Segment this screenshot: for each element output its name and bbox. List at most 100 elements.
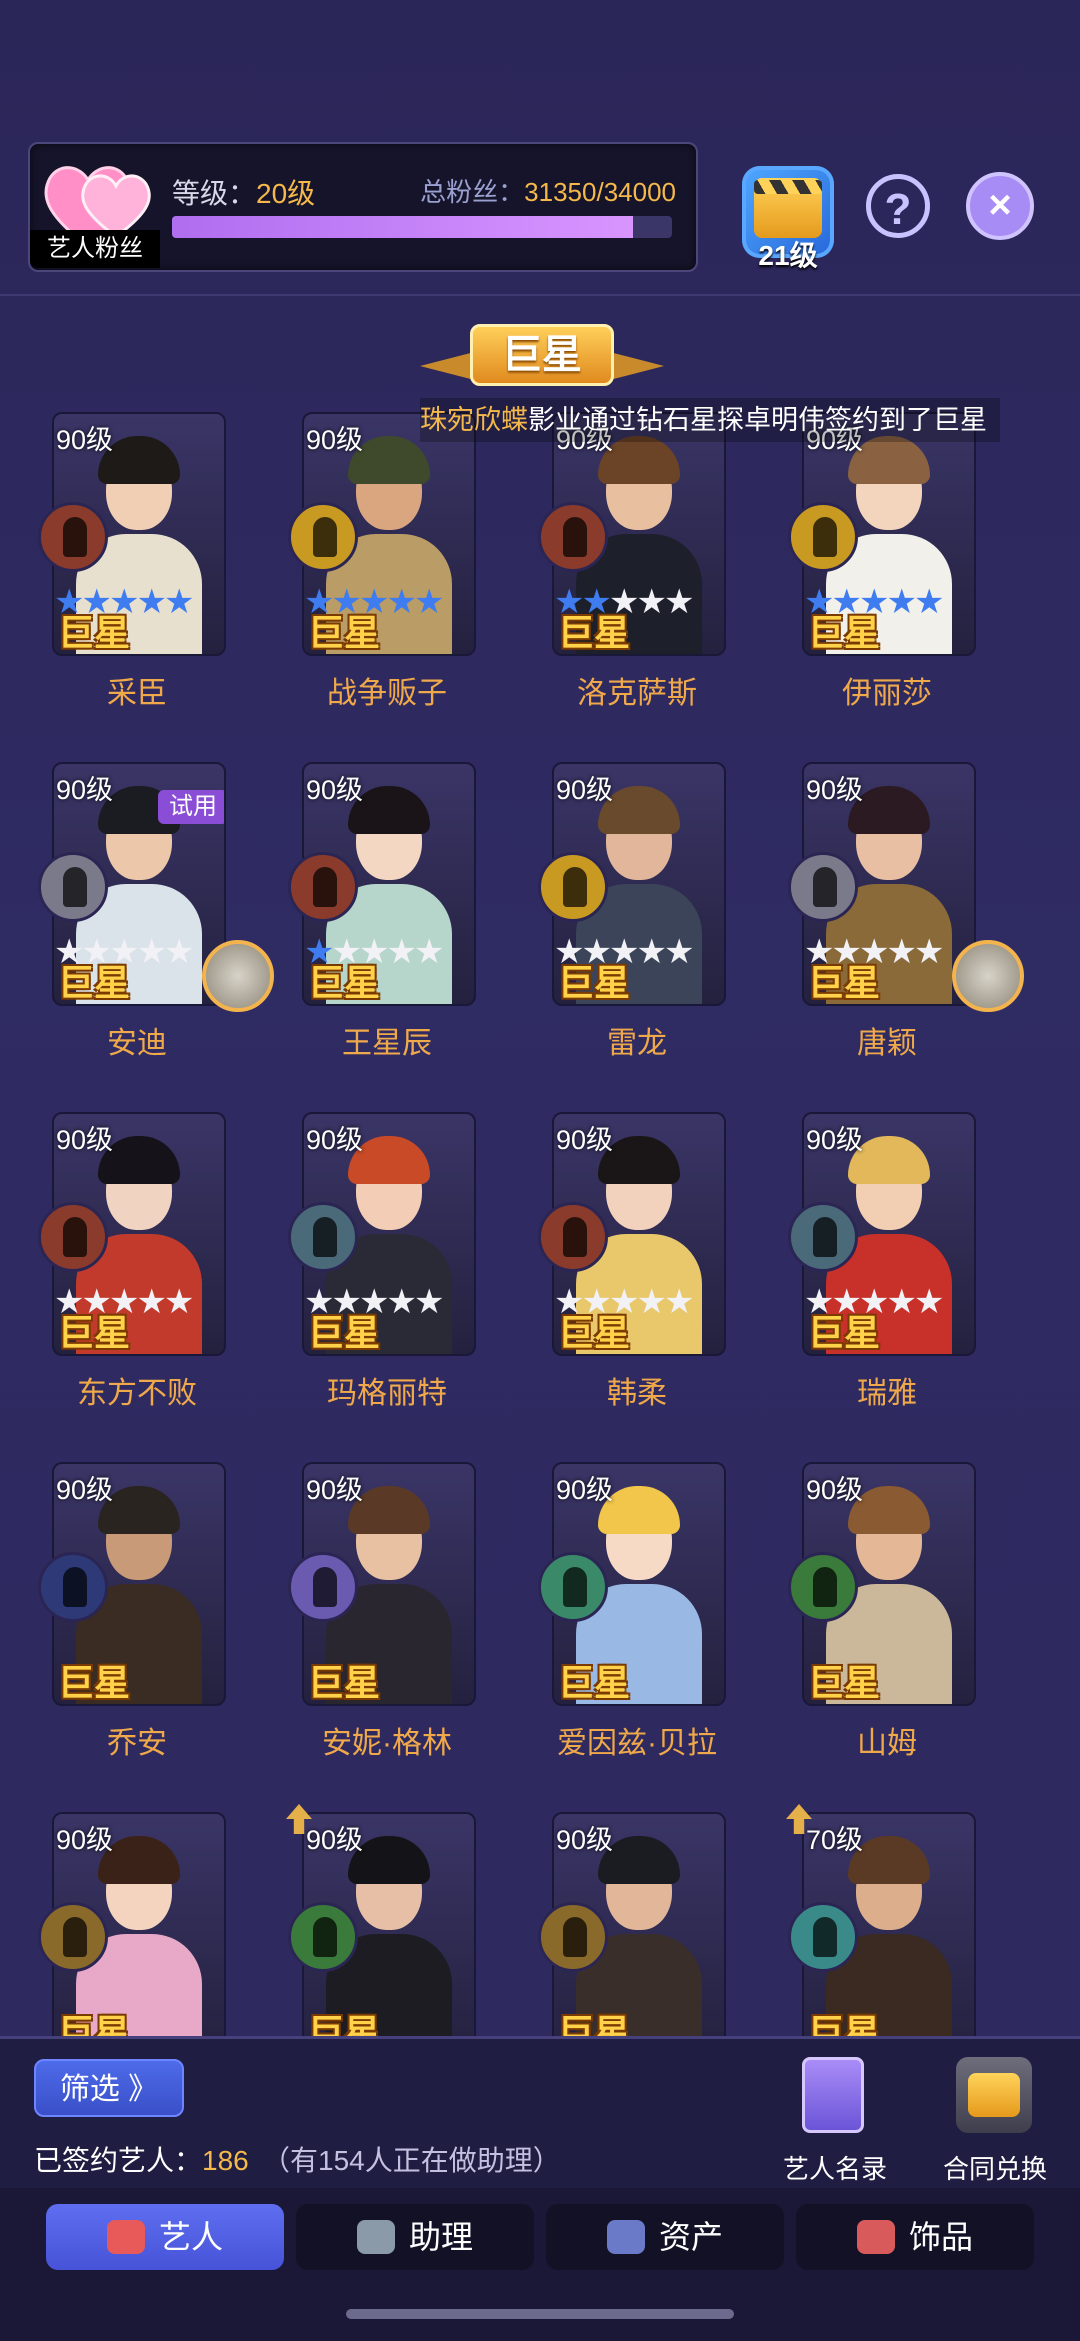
tab-artist[interactable]: 艺人 [46, 2204, 284, 2270]
help-button[interactable]: ? [866, 174, 930, 238]
star-icon: ★ [163, 933, 195, 971]
genre-icon [788, 852, 858, 922]
rank-tag: 巨星 [58, 1312, 131, 1353]
section-title: 巨星 [470, 324, 614, 386]
artist-card[interactable]: 90级 巨星 乔安 [22, 1462, 272, 1772]
accessory-badge-icon[interactable] [202, 940, 274, 1012]
artist-card[interactable]: 90级 ★★★★★ 巨星 雷龙 [522, 762, 772, 1072]
star-icon: ★ [913, 1283, 945, 1321]
artist-card[interactable]: 90级 巨星 安妮·格林 [272, 1462, 522, 1772]
home-indicator[interactable] [346, 2309, 734, 2319]
star-icon: ★ [163, 1283, 195, 1321]
genre-icon [538, 502, 608, 572]
genre-icon [538, 1552, 608, 1622]
fan-tag: 艺人粉丝 [30, 230, 160, 268]
genre-icon [288, 1552, 358, 1622]
star-icon: ★ [413, 933, 445, 971]
artist-level: 90级 [56, 775, 114, 805]
star-icon: ★ [413, 583, 445, 621]
artist-card[interactable]: 90级 ★★★★★ 巨星 采臣 [22, 412, 272, 722]
artist-card[interactable]: 90级 巨星 爱因兹·贝拉 [522, 1462, 772, 1772]
star-icon: ★ [663, 583, 695, 621]
level-prefix: 等级： [172, 178, 257, 209]
artist-name: 雷龙 [607, 1027, 667, 1060]
artist-card[interactable]: 90级 ★★★★★ 巨星 唐颖 [772, 762, 1024, 1072]
artist-name: 战争贩子 [327, 677, 447, 710]
rank-tag: 巨星 [308, 612, 381, 653]
genre-icon [788, 1902, 858, 1972]
signed-artists: 已签约艺人：186 [34, 2139, 249, 2179]
filter-button[interactable]: 筛选 》 [34, 2059, 184, 2117]
star-icon: ★ [913, 583, 945, 621]
artist-card[interactable]: 90级 ★★★★★ 巨星 战争贩子 [272, 412, 522, 722]
genre-icon [538, 852, 608, 922]
rank-tag: 巨星 [558, 962, 631, 1003]
genre-icon [288, 1902, 358, 1972]
rank-tag: 巨星 [558, 612, 631, 653]
artist-level: 90级 [56, 1475, 114, 1505]
rank-tag: 巨星 [58, 1662, 131, 1703]
close-button[interactable]: × [966, 172, 1034, 240]
genre-icon [288, 1202, 358, 1272]
exchange-label: 合同兑换 [942, 2154, 1047, 2184]
artist-level: 90级 [306, 1475, 364, 1505]
artist-name: 洛克萨斯 [577, 677, 697, 710]
genre-icon [38, 1902, 108, 1972]
artist-level: 70级 [806, 1825, 864, 1855]
rank-tag: 巨星 [808, 1662, 881, 1703]
artist-card[interactable]: 90级 ★★★★★ 巨星 玛格丽特 [272, 1112, 522, 1422]
genre-icon [288, 852, 358, 922]
level-label: 等级：20级 [172, 172, 315, 212]
artist-card[interactable]: 90级 ★★★★★ 巨星 王星辰 [272, 762, 522, 1072]
signed-count: 186 [202, 2145, 249, 2176]
artist-level: 90级 [806, 1125, 864, 1155]
rank-tag: 巨星 [808, 612, 881, 653]
artist-card[interactable]: 90级 ★★★★★ 巨星 韩柔 [522, 1112, 772, 1422]
trial-badge: 试用 [158, 790, 224, 824]
artist-level: 90级 [306, 1825, 364, 1855]
artist-level: 90级 [556, 1125, 614, 1155]
artist-name: 采臣 [107, 677, 167, 710]
artist-name: 唐颖 [857, 1027, 917, 1060]
star-icon: ★ [163, 583, 195, 621]
artist-card[interactable]: 90级 ★★★★★ 巨星 东方不败 [22, 1112, 272, 1422]
rank-tag: 巨星 [308, 1662, 381, 1703]
star-icon: ★ [663, 933, 695, 971]
artist-name: 安迪 [107, 1027, 167, 1060]
artist-icon [106, 2219, 145, 2254]
artist-name: 王星辰 [342, 1027, 432, 1060]
artist-roster-button[interactable]: 艺人名录 [770, 2049, 900, 2184]
artist-name: 伊丽莎 [842, 677, 932, 710]
rank-tag: 巨星 [58, 612, 131, 653]
tab-accessory[interactable]: 饰品 [796, 2204, 1034, 2270]
accessory-icon [856, 2219, 895, 2254]
artist-card[interactable]: 90级 ★★★★★ 巨星 试用 安迪 [22, 762, 274, 1072]
signed-prefix: 已签约艺人： [34, 2145, 203, 2176]
rank-tag: 巨星 [808, 962, 881, 1003]
fans-prefix: 总粉丝： [420, 177, 525, 207]
tab-label: 饰品 [908, 2219, 973, 2255]
marquee-highlight: 珠宛欣蝶 [420, 405, 528, 435]
tab-label: 助理 [408, 2219, 473, 2255]
artist-card[interactable]: 90级 ★★★★★ 巨星 洛克萨斯 [522, 412, 772, 722]
artist-card[interactable]: 90级 ★★★★★ 巨星 瑞雅 [772, 1112, 1022, 1422]
accessory-badge-icon[interactable] [952, 940, 1024, 1012]
bottom-panel: 筛选 》 已签约艺人：186 （有154人正在做助理） 艺人名录 合同兑换 [0, 2036, 1080, 2191]
artist-level: 90级 [56, 1125, 114, 1155]
fans-value: 31350/34000 [524, 177, 676, 207]
artist-level: 90级 [306, 425, 364, 455]
tab-assistant[interactable]: 助理 [296, 2204, 534, 2270]
contract-exchange-button[interactable]: 合同兑换 [930, 2049, 1060, 2184]
tab-asset[interactable]: 资产 [546, 2204, 784, 2270]
rank-tag: 巨星 [558, 1312, 631, 1353]
artist-card[interactable]: 90级 ★★★★★ 巨星 伊丽莎 [772, 412, 1022, 722]
artist-card[interactable]: 90级 巨星 山姆 [772, 1462, 1022, 1772]
announcement-marquee: 珠宛欣蝶影业通过钻石星探卓明伟签约到了巨星 [420, 398, 1000, 442]
genre-icon [538, 1902, 608, 1972]
artist-name: 瑞雅 [857, 1377, 917, 1410]
rank-tag: 巨星 [558, 1662, 631, 1703]
asset-icon [606, 2219, 645, 2254]
artist-name: 韩柔 [607, 1377, 667, 1410]
fan-panel: 艺人粉丝 等级：20级 总粉丝：31350/34000 [28, 142, 698, 272]
star-icon: ★ [663, 1283, 695, 1321]
